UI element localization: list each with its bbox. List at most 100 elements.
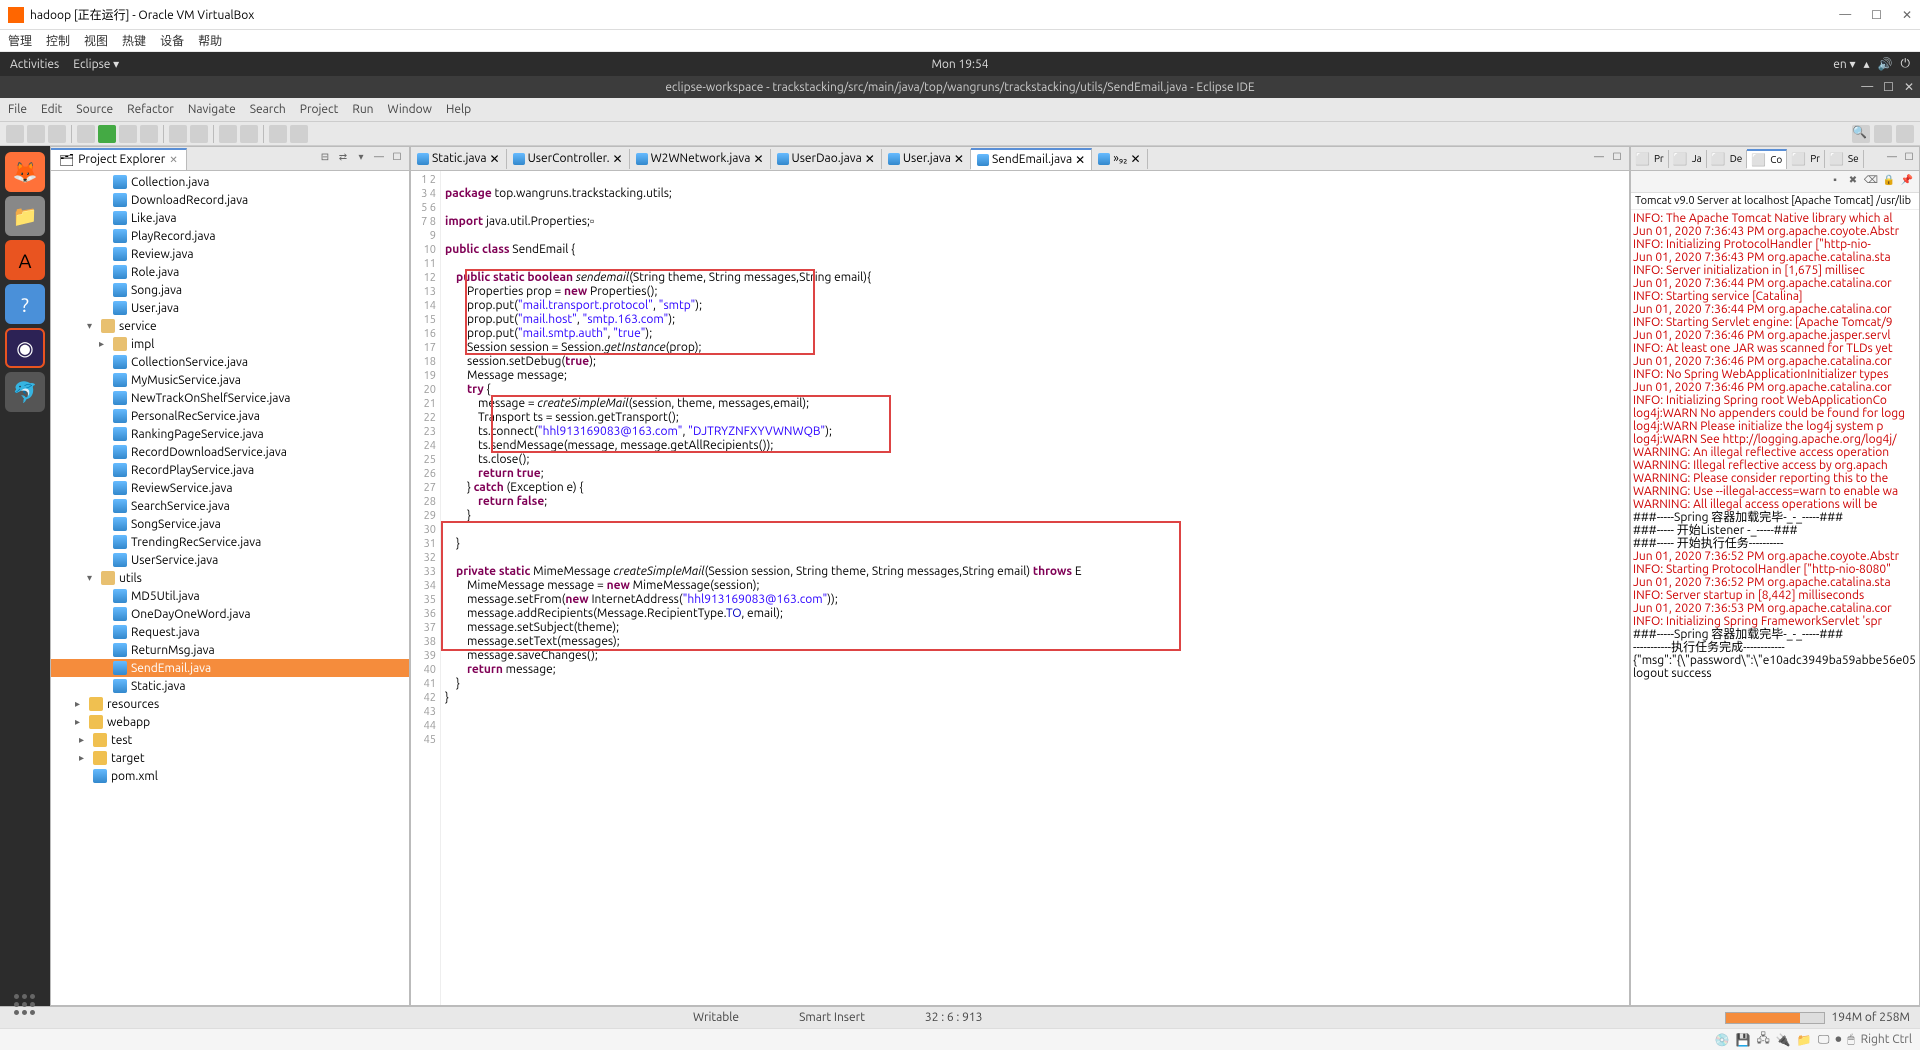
run-last-icon[interactable] xyxy=(140,125,158,143)
clock[interactable]: Mon 19:54 xyxy=(931,58,988,71)
tree-item[interactable]: SongService.java xyxy=(51,515,409,533)
tree-item[interactable]: SearchService.java xyxy=(51,497,409,515)
menu-window[interactable]: Window xyxy=(388,103,432,116)
dock-mysql[interactable]: 🐬 xyxy=(5,372,45,412)
console-tab[interactable]: ⬜Ja xyxy=(1669,150,1707,168)
vbox-disk-icon[interactable]: 💿 xyxy=(1715,1033,1730,1047)
editor-tab[interactable]: UserController.✕ xyxy=(507,149,630,169)
new-package-icon[interactable] xyxy=(190,125,208,143)
debug-icon[interactable] xyxy=(77,125,95,143)
console-tab[interactable]: ⬜Pr xyxy=(1787,150,1825,168)
vbox-usb-icon[interactable]: 🔌 xyxy=(1776,1033,1791,1047)
link-editor-icon[interactable]: ⇄ xyxy=(335,151,351,167)
scroll-lock-icon[interactable]: 🔒 xyxy=(1881,174,1897,190)
menu-search[interactable]: Search xyxy=(250,103,286,116)
vbox-menu-item[interactable]: 管理 xyxy=(8,32,32,49)
editor-tab[interactable]: Static.java✕ xyxy=(411,149,507,169)
eclipse-maximize[interactable]: ☐ xyxy=(1883,80,1894,94)
tree-item[interactable]: DownloadRecord.java xyxy=(51,191,409,209)
menu-source[interactable]: Source xyxy=(76,103,113,116)
tree-item[interactable]: RecordDownloadService.java xyxy=(51,443,409,461)
minimize-icon[interactable]: — xyxy=(1591,151,1607,167)
project-explorer-tab[interactable]: 🗂 Project Explorer ✕ xyxy=(51,148,187,170)
dock-files[interactable]: 📁 xyxy=(5,196,45,236)
remove-launch-icon[interactable]: ✖ xyxy=(1845,174,1861,190)
power-icon[interactable]: ⏻ xyxy=(1901,57,1911,71)
tree-item[interactable]: Review.java xyxy=(51,245,409,263)
tree-item[interactable]: ▸target xyxy=(51,749,409,767)
vbox-network-icon[interactable]: 🖧 xyxy=(1757,1029,1770,1050)
menu-help[interactable]: Help xyxy=(446,103,471,116)
console-tab[interactable]: ⬜Se xyxy=(1825,150,1864,168)
tree-item[interactable]: User.java xyxy=(51,299,409,317)
vbox-record-icon[interactable]: ⏺ xyxy=(1835,1033,1841,1047)
tree-item[interactable]: ▸test xyxy=(51,731,409,749)
tree-item[interactable]: MD5Util.java xyxy=(51,587,409,605)
menu-navigate[interactable]: Navigate xyxy=(188,103,236,116)
editor-tab[interactable]: User.java✕ xyxy=(882,149,971,169)
activities-button[interactable]: Activities xyxy=(10,58,59,71)
menu-file[interactable]: File xyxy=(8,103,27,116)
menu-project[interactable]: Project xyxy=(300,103,339,116)
back-icon[interactable] xyxy=(269,125,287,143)
tree-item[interactable]: OneDayOneWord.java xyxy=(51,605,409,623)
close-button[interactable]: ✕ xyxy=(1902,8,1912,22)
tree-item[interactable]: Role.java xyxy=(51,263,409,281)
terminate-icon[interactable]: ▪ xyxy=(1827,174,1843,190)
vbox-shared-icon[interactable]: 📁 xyxy=(1797,1033,1812,1047)
tree-item[interactable]: ReviewService.java xyxy=(51,479,409,497)
save-all-icon[interactable] xyxy=(48,125,66,143)
maximize-icon[interactable]: ☐ xyxy=(1609,151,1625,167)
tree-item[interactable]: ▾service xyxy=(51,317,409,335)
dock-help[interactable]: ? xyxy=(5,284,45,324)
console-tab[interactable]: ⬜Co xyxy=(1747,149,1787,169)
memory-bar[interactable] xyxy=(1725,1012,1825,1024)
minimize-icon[interactable]: — xyxy=(1884,151,1900,167)
tree-item[interactable]: ▸webapp xyxy=(51,713,409,731)
vbox-mouse-icon[interactable]: 🖱 xyxy=(1847,1033,1854,1047)
editor-tab[interactable]: UserDao.java✕ xyxy=(771,149,882,169)
console-output[interactable]: INFO: The Apache Tomcat Native library w… xyxy=(1631,210,1919,1005)
tree-item[interactable]: Song.java xyxy=(51,281,409,299)
minimize-icon[interactable]: — xyxy=(371,151,387,167)
tree-item[interactable]: Collection.java xyxy=(51,173,409,191)
tree-item[interactable]: ReturnMsg.java xyxy=(51,641,409,659)
ubuntu-apps-button[interactable] xyxy=(14,994,36,1016)
tree-item[interactable]: PersonalRecService.java xyxy=(51,407,409,425)
new-class-icon[interactable] xyxy=(169,125,187,143)
editor-tab[interactable]: W2WNetwork.java✕ xyxy=(630,149,771,169)
vbox-menu-item[interactable]: 帮助 xyxy=(198,32,222,49)
network-icon[interactable]: ▴ xyxy=(1864,57,1870,71)
vbox-display-icon[interactable]: 🖵 xyxy=(1818,1033,1830,1047)
tree-item[interactable]: ▾utils xyxy=(51,569,409,587)
tree-item[interactable]: Like.java xyxy=(51,209,409,227)
console-tab[interactable]: ⬜Pr xyxy=(1631,150,1669,168)
app-menu[interactable]: Eclipse ▾ xyxy=(73,57,119,71)
quick-access-icon[interactable]: 🔍 xyxy=(1852,125,1870,143)
new-icon[interactable] xyxy=(6,125,24,143)
tree-item[interactable]: PlayRecord.java xyxy=(51,227,409,245)
dock-eclipse[interactable]: ◉ xyxy=(5,328,45,368)
save-icon[interactable] xyxy=(27,125,45,143)
tree-item[interactable]: Static.java xyxy=(51,677,409,695)
coverage-icon[interactable] xyxy=(119,125,137,143)
tree-item[interactable]: MyMusicService.java xyxy=(51,371,409,389)
tree-item[interactable]: UserService.java xyxy=(51,551,409,569)
tree-item[interactable]: TrendingRecService.java xyxy=(51,533,409,551)
collapse-all-icon[interactable]: ⊟ xyxy=(317,151,333,167)
vbox-menu-item[interactable]: 视图 xyxy=(84,32,108,49)
dock-firefox[interactable]: 🦊 xyxy=(5,152,45,192)
java-perspective-icon[interactable] xyxy=(1896,125,1914,143)
menu-run[interactable]: Run xyxy=(352,103,373,116)
lang-indicator[interactable]: en ▾ xyxy=(1833,57,1855,71)
editor-tab[interactable]: SendEmail.java✕ xyxy=(971,148,1092,170)
tree-item[interactable]: RankingPageService.java xyxy=(51,425,409,443)
open-type-icon[interactable] xyxy=(219,125,237,143)
maximize-button[interactable]: ☐ xyxy=(1871,8,1882,22)
tree-item[interactable]: ▸impl xyxy=(51,335,409,353)
tree-item[interactable]: ▸resources xyxy=(51,695,409,713)
tree-item[interactable]: NewTrackOnShelfService.java xyxy=(51,389,409,407)
editor-tab[interactable]: »₉₂✕ xyxy=(1092,149,1147,169)
dock-software[interactable]: A xyxy=(5,240,45,280)
view-menu-icon[interactable]: ▾ xyxy=(353,151,369,167)
